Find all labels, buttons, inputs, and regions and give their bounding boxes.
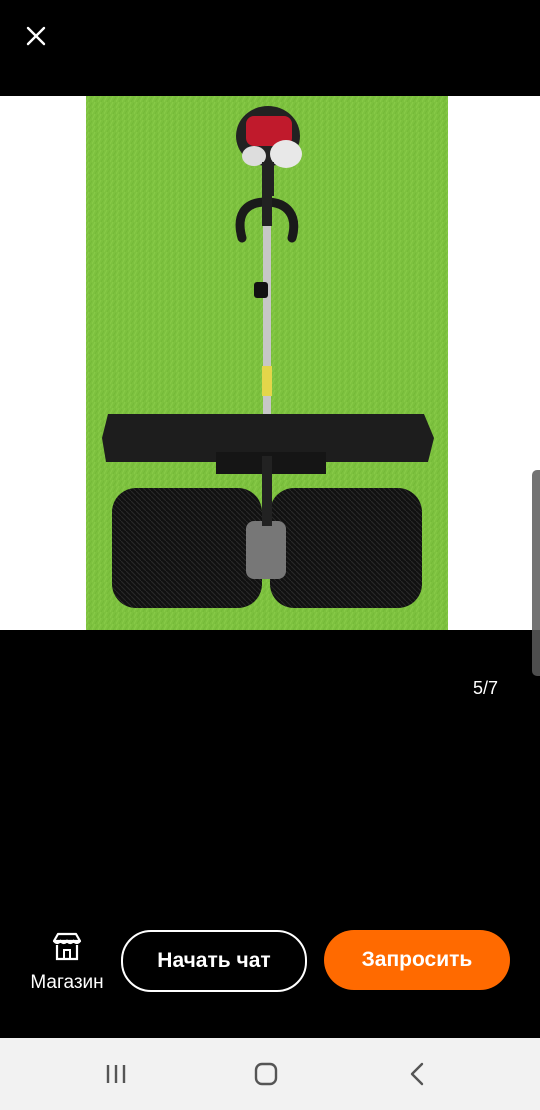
shop-button[interactable]: Магазин xyxy=(22,930,112,995)
home-icon xyxy=(254,1062,278,1086)
shop-label: Магазин xyxy=(30,972,104,993)
back-button[interactable] xyxy=(400,1056,436,1092)
close-icon xyxy=(26,26,46,46)
recent-apps-button[interactable] xyxy=(98,1056,134,1092)
request-button[interactable]: Запросить xyxy=(324,930,510,990)
product-image-frame[interactable] xyxy=(0,96,540,630)
back-icon xyxy=(410,1062,424,1086)
storefront-icon xyxy=(52,932,82,961)
close-button[interactable] xyxy=(18,18,54,54)
bottom-action-bar: Магазин Начать чат Запросить xyxy=(0,920,540,1038)
product-photo[interactable] xyxy=(86,96,448,630)
side-scroll-handle[interactable] xyxy=(532,470,540,676)
start-chat-button[interactable]: Начать чат xyxy=(121,930,307,992)
image-counter: 5/7 xyxy=(472,678,498,698)
system-navigation-bar xyxy=(0,1038,540,1110)
home-button[interactable] xyxy=(248,1056,284,1092)
image-viewer: 5/7 Магазин Начать чат Запросить xyxy=(0,0,540,1038)
recent-apps-icon xyxy=(106,1065,126,1083)
